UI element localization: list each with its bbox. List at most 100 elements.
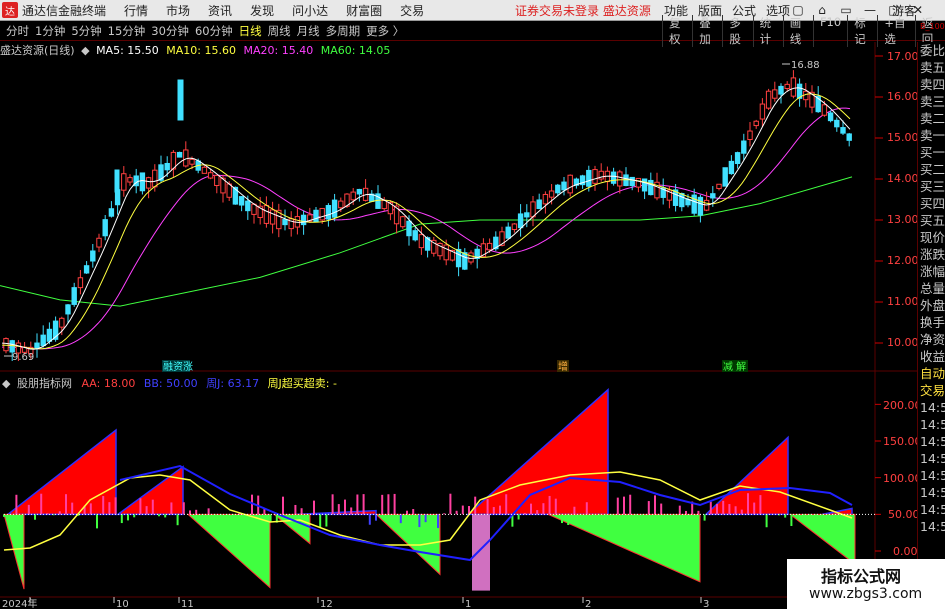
menu-shichang[interactable]: 市场 [166, 2, 190, 19]
time-label-12: 12 [320, 599, 333, 609]
rp-buy2[interactable]: 买二 [918, 161, 945, 178]
stock-chart[interactable]: 16.88 9.69 融资涨 增 减 解 2024年 10 11 12 1 2 … [0, 0, 945, 609]
indicator-triangles [3, 388, 856, 590]
rp-sell2[interactable]: 卖二 [918, 110, 945, 127]
candle-body [170, 151, 177, 170]
ma60-path [0, 176, 853, 307]
candle-body [542, 193, 549, 205]
indicator-name[interactable]: 股朋指标网 [17, 377, 72, 390]
app-logo-icon: 达 [2, 2, 18, 18]
candle-body [282, 218, 288, 226]
rp-tick-time: 14:56 [920, 400, 945, 415]
candle-body [189, 158, 195, 165]
tool-tongji[interactable]: 统计 [752, 14, 783, 47]
rp-price[interactable]: 现价 [918, 229, 945, 246]
rp-weibi[interactable]: 委比 [918, 42, 945, 59]
candle-body [555, 184, 561, 194]
candle-body [96, 237, 102, 248]
indicator-red-triangle [821, 507, 853, 516]
candle-body [685, 198, 691, 206]
candle-body [139, 172, 146, 192]
rp-earnings[interactable]: 收益 [918, 348, 945, 365]
price-label: 15.00 [887, 131, 919, 144]
price-label: 11.00 [887, 295, 919, 308]
candle-body [133, 175, 139, 187]
candle-body [207, 172, 214, 179]
candle-body [164, 162, 170, 171]
candle-body [505, 226, 511, 239]
period-fenshi[interactable]: 分时 [6, 23, 29, 39]
menu-hangqing[interactable]: 行情 [124, 2, 148, 19]
indicator-settings-icon[interactable]: ◆ [2, 377, 10, 390]
tool-zixuan[interactable]: +自选 [877, 14, 914, 47]
candle-body [238, 196, 245, 206]
candle-body [493, 236, 499, 250]
candle-body [592, 169, 598, 184]
price-label: 10.00 [887, 336, 919, 349]
period-1min[interactable]: 1分钟 [35, 23, 65, 39]
rp-netasset[interactable]: 净资 [918, 331, 945, 348]
rp-trade[interactable]: 交易 [918, 382, 945, 399]
rp-sell4[interactable]: 卖四 [918, 76, 945, 93]
period-30min[interactable]: 30分钟 [151, 23, 189, 39]
candle-body [610, 171, 617, 184]
rp-buy4[interactable]: 买四 [918, 195, 945, 212]
period-15min[interactable]: 15分钟 [108, 23, 146, 39]
tool-duogu[interactable]: 多股 [722, 14, 752, 47]
menu-caifuquan[interactable]: 财富圈 [346, 2, 382, 19]
tool-biaoji[interactable]: 标记 [847, 14, 877, 47]
indicator-green-triangle [3, 513, 25, 590]
indicator-red-triangle [295, 509, 377, 516]
rp-buy5[interactable]: 买五 [918, 212, 945, 229]
candlesticks [3, 70, 852, 362]
candle-body [672, 189, 679, 206]
rp-sell3[interactable]: 卖三 [918, 93, 945, 110]
period-more[interactable]: 更多 〉 [366, 23, 404, 39]
candle-body [604, 170, 611, 183]
ma20-path [2, 107, 851, 350]
candle-body [127, 177, 133, 183]
tool-diejia[interactable]: 叠加 [692, 14, 722, 47]
rp-buy1[interactable]: 买一 [918, 144, 945, 161]
candle-body [350, 191, 356, 201]
rp-sell1[interactable]: 卖一 [918, 127, 945, 144]
rp-volume[interactable]: 总量 [918, 280, 945, 297]
candle-body [666, 189, 673, 201]
candle-body [300, 214, 307, 226]
menu-jiaoyi[interactable]: 交易 [400, 2, 424, 19]
candle-body [21, 346, 28, 353]
rp-pct[interactable]: 涨幅 [918, 263, 945, 280]
candle-body [511, 223, 518, 230]
rp-auto[interactable]: 自动 [918, 365, 945, 382]
menu-faxian[interactable]: 发现 [250, 2, 274, 19]
tool-f10[interactable]: F10 [812, 14, 847, 47]
settings-icon[interactable]: ◆ [81, 44, 89, 57]
event-zeng: 增 [558, 360, 568, 373]
menu-zixun[interactable]: 资讯 [208, 2, 232, 19]
login-notice[interactable]: 证券交易未登录 盛达资源 [515, 2, 651, 19]
right-quote-panel[interactable]: 委比 卖五 卖四 卖三 卖二 卖一 买一 买二 买三 买四 买五 现价 涨跌 涨… [917, 42, 945, 609]
period-weekly[interactable]: 周线 [268, 23, 291, 39]
period-60min[interactable]: 60分钟 [195, 23, 233, 39]
rp-outer[interactable]: 外盘 [918, 297, 945, 314]
candle-body [617, 171, 623, 187]
high-marker: 16.88 [782, 60, 820, 71]
ma60-line [0, 176, 853, 307]
tool-huaxian[interactable]: 画线 [782, 14, 813, 47]
period-multi[interactable]: 多周期 [326, 23, 361, 39]
period-monthly[interactable]: 月线 [297, 23, 320, 39]
candle-body [641, 178, 648, 192]
rp-buy3[interactable]: 买三 [918, 178, 945, 195]
menu-wenxiaoda[interactable]: 问小达 [292, 2, 328, 19]
tool-fuquan[interactable]: 复权 [662, 14, 692, 47]
period-5min[interactable]: 5分钟 [71, 23, 101, 39]
ma10-path [1, 93, 851, 350]
event-markers[interactable]: 融资涨 增 减 解 [162, 360, 748, 373]
candle-body [691, 194, 697, 214]
candle-body [437, 242, 443, 257]
candle-body [480, 243, 487, 258]
rp-turnover[interactable]: 换手 [918, 314, 945, 331]
rp-change[interactable]: 涨跌 [918, 246, 945, 263]
rp-sell5[interactable]: 卖五 [918, 59, 945, 76]
period-daily[interactable]: 日线 [239, 23, 262, 39]
